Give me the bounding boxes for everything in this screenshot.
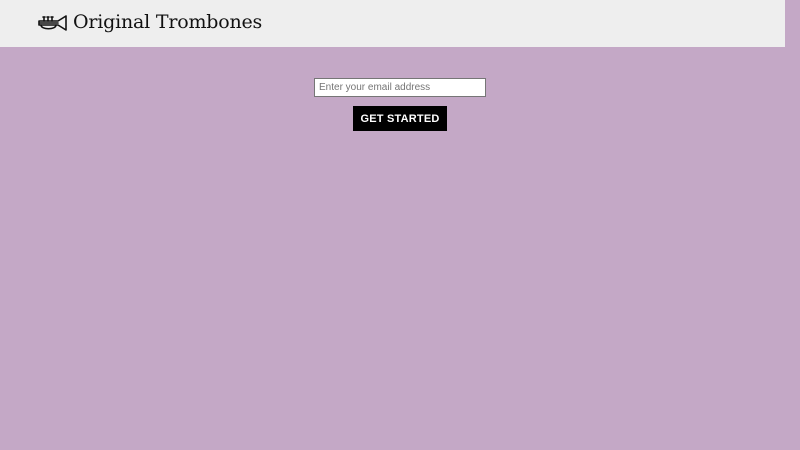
get-started-button[interactable]: GET STARTED [353,106,447,131]
site-header: Original Trombones [0,0,785,47]
email-input[interactable] [314,78,486,97]
trumpet-icon[interactable] [38,12,68,34]
signup-form: GET STARTED [0,78,800,138]
page-scrollbar[interactable] [785,0,800,450]
brand-name[interactable]: Original Trombones [73,9,262,35]
